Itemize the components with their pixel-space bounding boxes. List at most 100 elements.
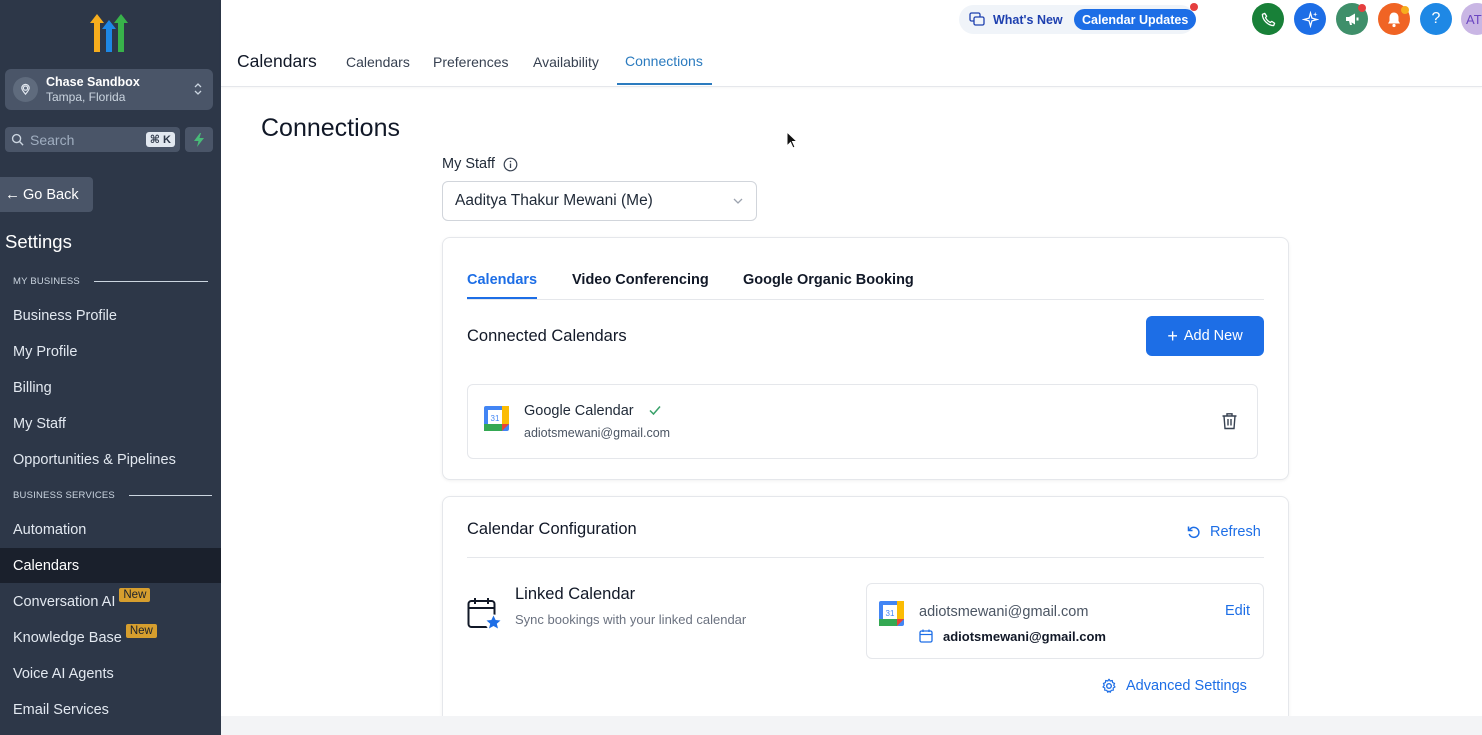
divider xyxy=(93,281,208,282)
linked-account-email: adiotsmewani@gmail.com xyxy=(919,604,1089,620)
refresh-button[interactable]: Refresh xyxy=(1186,524,1261,540)
sidebar-item-label: My Profile xyxy=(13,343,78,360)
sidebar-item-label: Email Services xyxy=(13,701,109,718)
calendar-star-icon xyxy=(467,598,502,631)
announcement-icon xyxy=(969,12,985,26)
add-new-label: Add New xyxy=(1183,328,1243,344)
main-title: Connections xyxy=(261,114,400,142)
search-icon xyxy=(11,133,24,146)
account-name: Chase Sandbox xyxy=(46,74,140,89)
chevron-updown-icon xyxy=(189,81,207,99)
linked-calendar-email: adiotsmewani@gmail.com xyxy=(943,629,1106,644)
section-my-business: MY BUSINESS xyxy=(13,276,208,287)
tab-calendars[interactable]: Calendars xyxy=(346,54,410,70)
trash-icon[interactable] xyxy=(1221,412,1238,430)
section-label: MY BUSINESS xyxy=(13,276,80,287)
account-location: Tampa, Florida xyxy=(46,89,126,104)
sidebar-item-label: Conversation AI xyxy=(13,593,116,610)
divider xyxy=(467,557,1264,558)
tab-connections[interactable]: Connections xyxy=(625,53,703,69)
tab-video-conferencing[interactable]: Video Conferencing xyxy=(572,272,709,288)
quick-action-button[interactable] xyxy=(185,127,213,152)
notification-dot xyxy=(1358,4,1366,12)
refresh-label: Refresh xyxy=(1210,524,1261,540)
refresh-icon xyxy=(1187,526,1200,539)
new-badge: New xyxy=(125,623,157,638)
add-new-button[interactable]: + Add New xyxy=(1146,316,1264,356)
account-switcher[interactable]: Chase Sandbox Tampa, Florida xyxy=(5,69,213,110)
settings-title: Settings xyxy=(5,231,72,252)
tab-availability[interactable]: Availability xyxy=(533,54,599,70)
linked-calendar-subtitle: Sync bookings with your linked calendar xyxy=(515,612,747,627)
sidebar-item-opportunities[interactable]: Opportunities & Pipelines xyxy=(0,442,221,477)
section-business-services: BUSINESS SERVICES xyxy=(13,490,212,501)
tab-inner-calendars[interactable]: Calendars xyxy=(467,272,537,288)
bell-icon xyxy=(1388,12,1400,27)
linked-calendar-title: Linked Calendar xyxy=(515,585,636,603)
sidebar-item-label: Automation xyxy=(13,521,87,538)
staff-label-text: My Staff xyxy=(442,156,495,172)
calendar-configuration-heading: Calendar Configuration xyxy=(467,520,637,538)
calendar-name: Google Calendar xyxy=(524,403,634,419)
phone-button[interactable] xyxy=(1252,3,1284,35)
connected-calendars-heading: Connected Calendars xyxy=(467,327,627,345)
location-pin-icon xyxy=(13,77,38,102)
sidebar-item-business-profile[interactable]: Business Profile xyxy=(0,298,221,333)
sidebar-item-automation[interactable]: Automation xyxy=(0,512,221,547)
avatar[interactable]: AT xyxy=(1461,3,1482,35)
megaphone-icon xyxy=(1346,13,1359,25)
page-title: Calendars xyxy=(237,51,317,71)
info-icon[interactable] xyxy=(503,157,518,172)
sidebar-item-label: Business Profile xyxy=(13,307,117,324)
calendar-updates-badge[interactable]: Calendar Updates xyxy=(1074,9,1197,30)
calendar-configuration-card: Calendar Configuration Refresh Linked Ca… xyxy=(442,496,1289,735)
sidebar-item-label: Billing xyxy=(13,379,52,396)
go-back-button[interactable]: ← Go Back xyxy=(0,177,93,212)
svg-text:31: 31 xyxy=(886,609,895,618)
connected-calendar-row: 31 Google Calendar adiotsmewani@gmail.co… xyxy=(467,384,1258,459)
help-button[interactable]: ? xyxy=(1420,3,1452,35)
question-mark-icon: ? xyxy=(1431,10,1441,27)
tab-preferences[interactable]: Preferences xyxy=(433,54,508,70)
section-label: BUSINESS SERVICES xyxy=(13,490,115,501)
staff-select[interactable]: Aaditya Thakur Mewani (Me) xyxy=(442,181,757,221)
ai-assistant-button[interactable] xyxy=(1294,3,1326,35)
chevron-down-icon xyxy=(733,198,743,204)
new-badge: New xyxy=(119,587,151,602)
notification-dot xyxy=(1190,3,1198,11)
go-back-label: Go Back xyxy=(23,186,79,203)
sidebar-item-label: Calendars xyxy=(13,557,80,574)
app-logo[interactable] xyxy=(88,14,130,52)
sidebar-item-conversation-ai[interactable]: Conversation AI New xyxy=(0,584,221,619)
sidebar-item-my-profile[interactable]: My Profile xyxy=(0,334,221,369)
mouse-cursor-icon xyxy=(786,131,798,149)
sidebar-item-label: Knowledge Base xyxy=(13,629,122,646)
phone-icon xyxy=(1261,12,1275,26)
svg-text:31: 31 xyxy=(491,414,500,423)
sparkle-icon xyxy=(1301,10,1319,28)
notification-dot xyxy=(1401,6,1409,14)
staff-selected-value: Aaditya Thakur Mewani (Me) xyxy=(455,192,653,209)
sidebar-item-billing[interactable]: Billing xyxy=(0,370,221,405)
advanced-settings-label: Advanced Settings xyxy=(1126,678,1247,694)
sidebar-item-calendars[interactable]: Calendars xyxy=(0,548,221,583)
search-input[interactable]: Search ⌘ K xyxy=(5,127,180,152)
search-placeholder: Search xyxy=(30,131,75,148)
plus-icon: + xyxy=(1167,326,1178,346)
active-tab-indicator xyxy=(617,83,712,85)
staff-label: My Staff xyxy=(442,156,518,172)
advanced-settings-button[interactable]: Advanced Settings xyxy=(1101,678,1247,694)
google-calendar-icon: 31 xyxy=(879,601,904,626)
sidebar-item-voice-ai-agents[interactable]: Voice AI Agents xyxy=(0,656,221,691)
calendar-email: adiotsmewani@gmail.com xyxy=(524,426,671,440)
lightning-icon xyxy=(194,132,204,147)
tab-google-organic-booking[interactable]: Google Organic Booking xyxy=(743,272,914,288)
sidebar-item-label: My Staff xyxy=(13,415,66,432)
sidebar-item-my-staff[interactable]: My Staff xyxy=(0,406,221,441)
sidebar-item-label: Opportunities & Pipelines xyxy=(13,451,176,468)
sidebar-item-knowledge-base[interactable]: Knowledge Base New xyxy=(0,620,221,655)
google-calendar-icon: 31 xyxy=(484,406,509,431)
edit-link[interactable]: Edit xyxy=(1225,603,1250,619)
arrow-left-icon: ← xyxy=(5,186,20,203)
sidebar-item-email-services[interactable]: Email Services xyxy=(0,692,221,727)
